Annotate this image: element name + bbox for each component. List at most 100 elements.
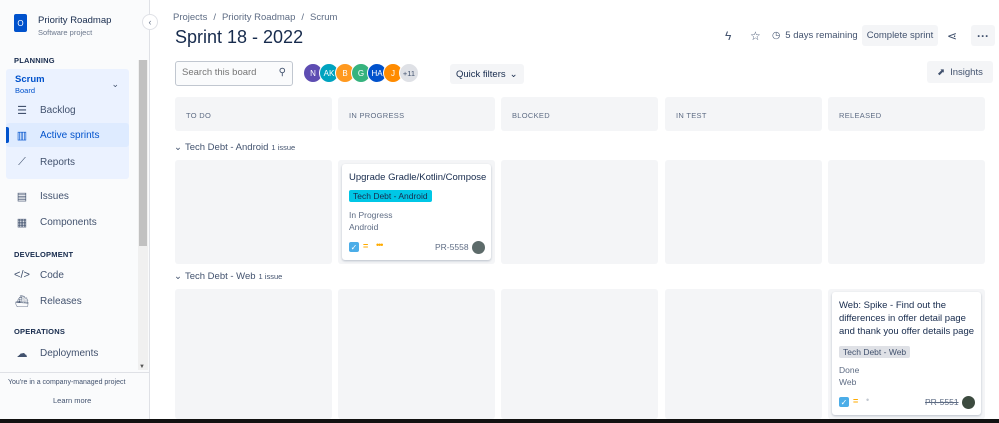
swimlane-header[interactable]: ⌄ Tech Debt - Web 1 issue xyxy=(174,271,282,282)
development-section-title: DEVELOPMENT xyxy=(14,250,74,259)
issue-key[interactable]: PR-5551 xyxy=(925,397,959,407)
sidebar-item-label: Deployments xyxy=(40,347,99,359)
breadcrumb-project[interactable]: Priority Roadmap xyxy=(222,12,295,23)
scroll-down-arrow-icon[interactable]: ▼ xyxy=(139,364,145,370)
insights-label: Insights xyxy=(950,66,983,78)
star-icon[interactable]: ☆ xyxy=(750,29,761,43)
chevron-down-icon[interactable]: ⌄ xyxy=(111,79,119,90)
sidebar-item-label: Releases xyxy=(40,295,82,307)
task-type-icon: ✓ xyxy=(349,242,359,252)
swimlane-name: Tech Debt - Web xyxy=(184,271,256,282)
estimate-dots-icon: ••• xyxy=(376,240,384,250)
column-header-todo: TO DO xyxy=(175,97,332,131)
priority-medium-icon: = xyxy=(363,241,369,251)
planning-section-title: PLANNING xyxy=(14,56,55,65)
board-name: Scrum xyxy=(15,74,45,85)
card-component: Web xyxy=(839,377,857,387)
insights-button[interactable]: ⬈ Insights xyxy=(927,61,993,83)
breadcrumb-board[interactable]: Scrum xyxy=(310,12,337,23)
sidebar-item-backlog[interactable]: ☰ Backlog xyxy=(6,98,129,122)
sidebar-item-releases[interactable]: ⛴ Releases xyxy=(6,289,129,313)
board-cell xyxy=(828,160,985,264)
swimlane-name: Tech Debt - Android xyxy=(184,142,269,153)
sidebar-item-label: Components xyxy=(40,216,97,228)
quick-filters-label: Quick filters xyxy=(456,68,506,80)
sidebar-item-label: Code xyxy=(40,269,64,281)
issue-card[interactable]: Web: Spike - Find out the differences in… xyxy=(832,292,981,415)
priority-medium-icon: = xyxy=(853,396,859,406)
sidebar-scrollbar[interactable]: ▼ xyxy=(138,60,148,370)
sidebar-item-components[interactable]: ▦ Components xyxy=(6,210,129,234)
sidebar-footer: You're in a company-managed project Lear… xyxy=(0,372,150,423)
project-sidebar: O Priority Roadmap Software project PLAN… xyxy=(0,0,150,423)
board-columns-icon: ▥ xyxy=(16,129,28,142)
os-taskbar xyxy=(0,419,999,423)
components-icon: ▦ xyxy=(16,216,28,229)
sprint-time-remaining: ◷ 5 days remaining xyxy=(772,30,858,41)
search-input[interactable] xyxy=(182,67,272,78)
sidebar-item-issues[interactable]: ▤ Issues xyxy=(6,184,129,208)
sidebar-item-active-sprints[interactable]: ▥ Active sprints xyxy=(6,123,129,147)
task-type-icon: ✓ xyxy=(839,397,849,407)
column-title: IN PROGRESS xyxy=(349,111,405,120)
complete-sprint-button[interactable]: Complete sprint xyxy=(862,25,938,46)
board-cell xyxy=(175,160,332,264)
board-main: Projects / Priority Roadmap / Scrum Spri… xyxy=(151,0,999,423)
quick-filters-dropdown[interactable]: Quick filters ⌄ xyxy=(450,64,524,84)
sidebar-item-label: Issues xyxy=(40,190,69,202)
sidebar-item-code[interactable]: </> Code xyxy=(6,263,129,287)
breadcrumb-separator: / xyxy=(301,12,304,23)
project-header[interactable]: O Priority Roadmap Software project xyxy=(14,14,111,37)
column-title: TO DO xyxy=(186,111,212,120)
scrollbar-thumb[interactable] xyxy=(139,60,147,246)
board-cell xyxy=(338,289,495,419)
swimlane-header[interactable]: ⌄ Tech Debt - Android 1 issue xyxy=(174,142,295,153)
backlog-icon: ☰ xyxy=(17,104,27,117)
issue-card[interactable]: Upgrade Gradle/Kotlin/Compose Tech Debt … xyxy=(342,164,491,260)
chevron-down-icon[interactable]: ⌄ xyxy=(174,142,182,153)
board-cell xyxy=(175,289,332,419)
epic-label[interactable]: Tech Debt - Web xyxy=(839,346,911,358)
sidebar-item-deployments[interactable]: ☁ Deployments xyxy=(6,341,129,365)
more-avatars-button[interactable]: +11 xyxy=(399,63,419,83)
estimate-dots-icon: • xyxy=(866,395,869,405)
column-header-blocked: BLOCKED xyxy=(501,97,658,131)
issue-key[interactable]: PR-5558 xyxy=(435,242,469,252)
assignee-avatar[interactable] xyxy=(961,395,976,410)
more-actions-button[interactable]: ··· xyxy=(971,25,995,46)
epic-label[interactable]: Tech Debt - Android xyxy=(349,190,432,202)
lightning-icon[interactable]: ϟ xyxy=(725,29,731,43)
project-avatar: O xyxy=(14,14,27,32)
card-summary: Web: Spike - Find out the differences in… xyxy=(839,300,975,337)
chevron-down-icon[interactable]: ⌄ xyxy=(174,271,182,282)
sidebar-item-reports[interactable]: ⟋ Reports xyxy=(6,150,129,174)
project-type-note: You're in a company-managed project xyxy=(8,379,126,386)
learn-more-link[interactable]: Learn more xyxy=(53,396,91,405)
breadcrumb-projects[interactable]: Projects xyxy=(173,12,207,23)
insights-chart-icon: ⬈ xyxy=(937,66,946,78)
card-summary: Upgrade Gradle/Kotlin/Compose xyxy=(349,172,487,183)
board-search[interactable]: ⚲ xyxy=(175,61,293,86)
swimlane-issue-count: 1 issue xyxy=(258,272,283,281)
project-name[interactable]: Priority Roadmap xyxy=(38,15,111,26)
board-type: Board xyxy=(15,86,36,95)
column-header-in-progress: IN PROGRESS xyxy=(338,97,495,131)
issues-icon: ▤ xyxy=(16,190,28,203)
collapse-sidebar-button[interactable]: ‹ xyxy=(142,14,158,30)
page-title: Sprint 18 - 2022 xyxy=(175,27,304,47)
share-icon[interactable]: ⋖ xyxy=(947,29,957,43)
column-header-released: RELEASED xyxy=(828,97,985,131)
card-status: In Progress xyxy=(349,210,393,220)
sidebar-item-label: Reports xyxy=(40,156,76,168)
chart-line-icon: ⟋ xyxy=(18,155,26,168)
assignee-avatar[interactable] xyxy=(471,240,486,255)
board-cell xyxy=(665,160,822,264)
project-type: Software project xyxy=(38,28,93,37)
column-title: IN TEST xyxy=(676,111,707,120)
board-cell xyxy=(665,289,822,419)
board-cell xyxy=(501,289,658,419)
clock-icon: ◷ xyxy=(772,30,781,41)
code-icon: </> xyxy=(14,269,30,281)
days-remaining-text: 5 days remaining xyxy=(785,30,858,41)
board-cell xyxy=(501,160,658,264)
